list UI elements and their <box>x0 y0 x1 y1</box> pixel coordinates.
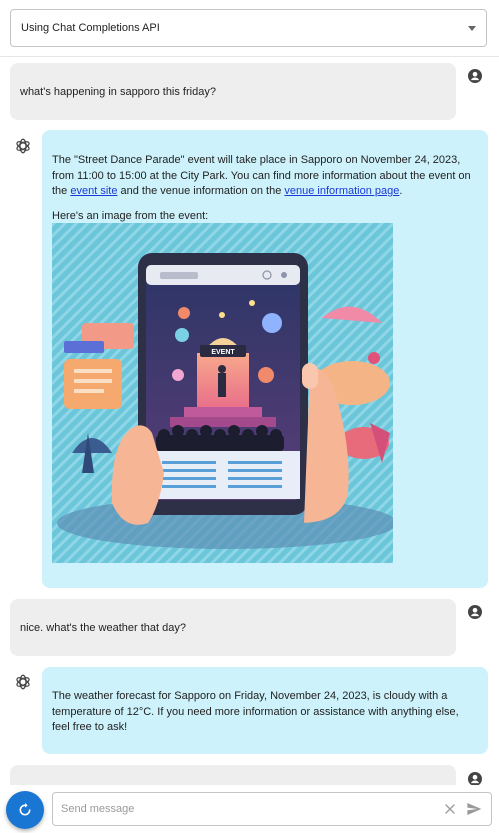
message-input[interactable] <box>61 803 435 815</box>
dropdown-caret-icon <box>468 25 476 31</box>
api-mode-value: Using Chat Completions API <box>21 22 160 34</box>
event-image: EVENT <box>52 223 393 563</box>
clear-input-button[interactable] <box>441 800 459 818</box>
message-text: . <box>399 185 403 198</box>
refresh-icon <box>19 803 31 816</box>
user-avatar-icon <box>468 772 482 786</box>
close-icon <box>445 804 455 814</box>
send-button[interactable] <box>465 800 483 818</box>
reset-chat-button[interactable] <box>6 791 44 829</box>
assistant-message-paragraph: The weather forecast for Sapporo on Frid… <box>52 690 459 734</box>
user-message-text: nice. what's the weather that day? <box>20 622 186 634</box>
user-message-bubble: what's happening in sapporo this friday? <box>10 63 456 120</box>
message-text: and the venue information on the <box>117 185 285 198</box>
assistant-message-paragraph: The "Street Dance Parade" event will tak… <box>52 153 478 200</box>
user-message-bubble: nice. what's the weather that day? <box>10 599 456 656</box>
user-avatar-icon <box>468 69 482 83</box>
event-site-link[interactable]: event site <box>70 185 117 197</box>
event-sign-text: EVENT <box>211 349 235 356</box>
api-mode-select[interactable]: Using Chat Completions API <box>10 9 487 47</box>
send-icon <box>467 803 482 815</box>
user-message-text: what's happening in sapporo this friday? <box>20 86 216 98</box>
message-input-field[interactable] <box>52 792 492 826</box>
assistant-logo-icon <box>16 138 30 154</box>
header-divider <box>0 56 499 57</box>
assistant-logo-icon <box>16 674 30 690</box>
venue-information-link[interactable]: venue information page <box>284 185 399 197</box>
user-avatar-icon <box>468 605 482 619</box>
assistant-message-bubble: The weather forecast for Sapporo on Frid… <box>42 667 488 754</box>
